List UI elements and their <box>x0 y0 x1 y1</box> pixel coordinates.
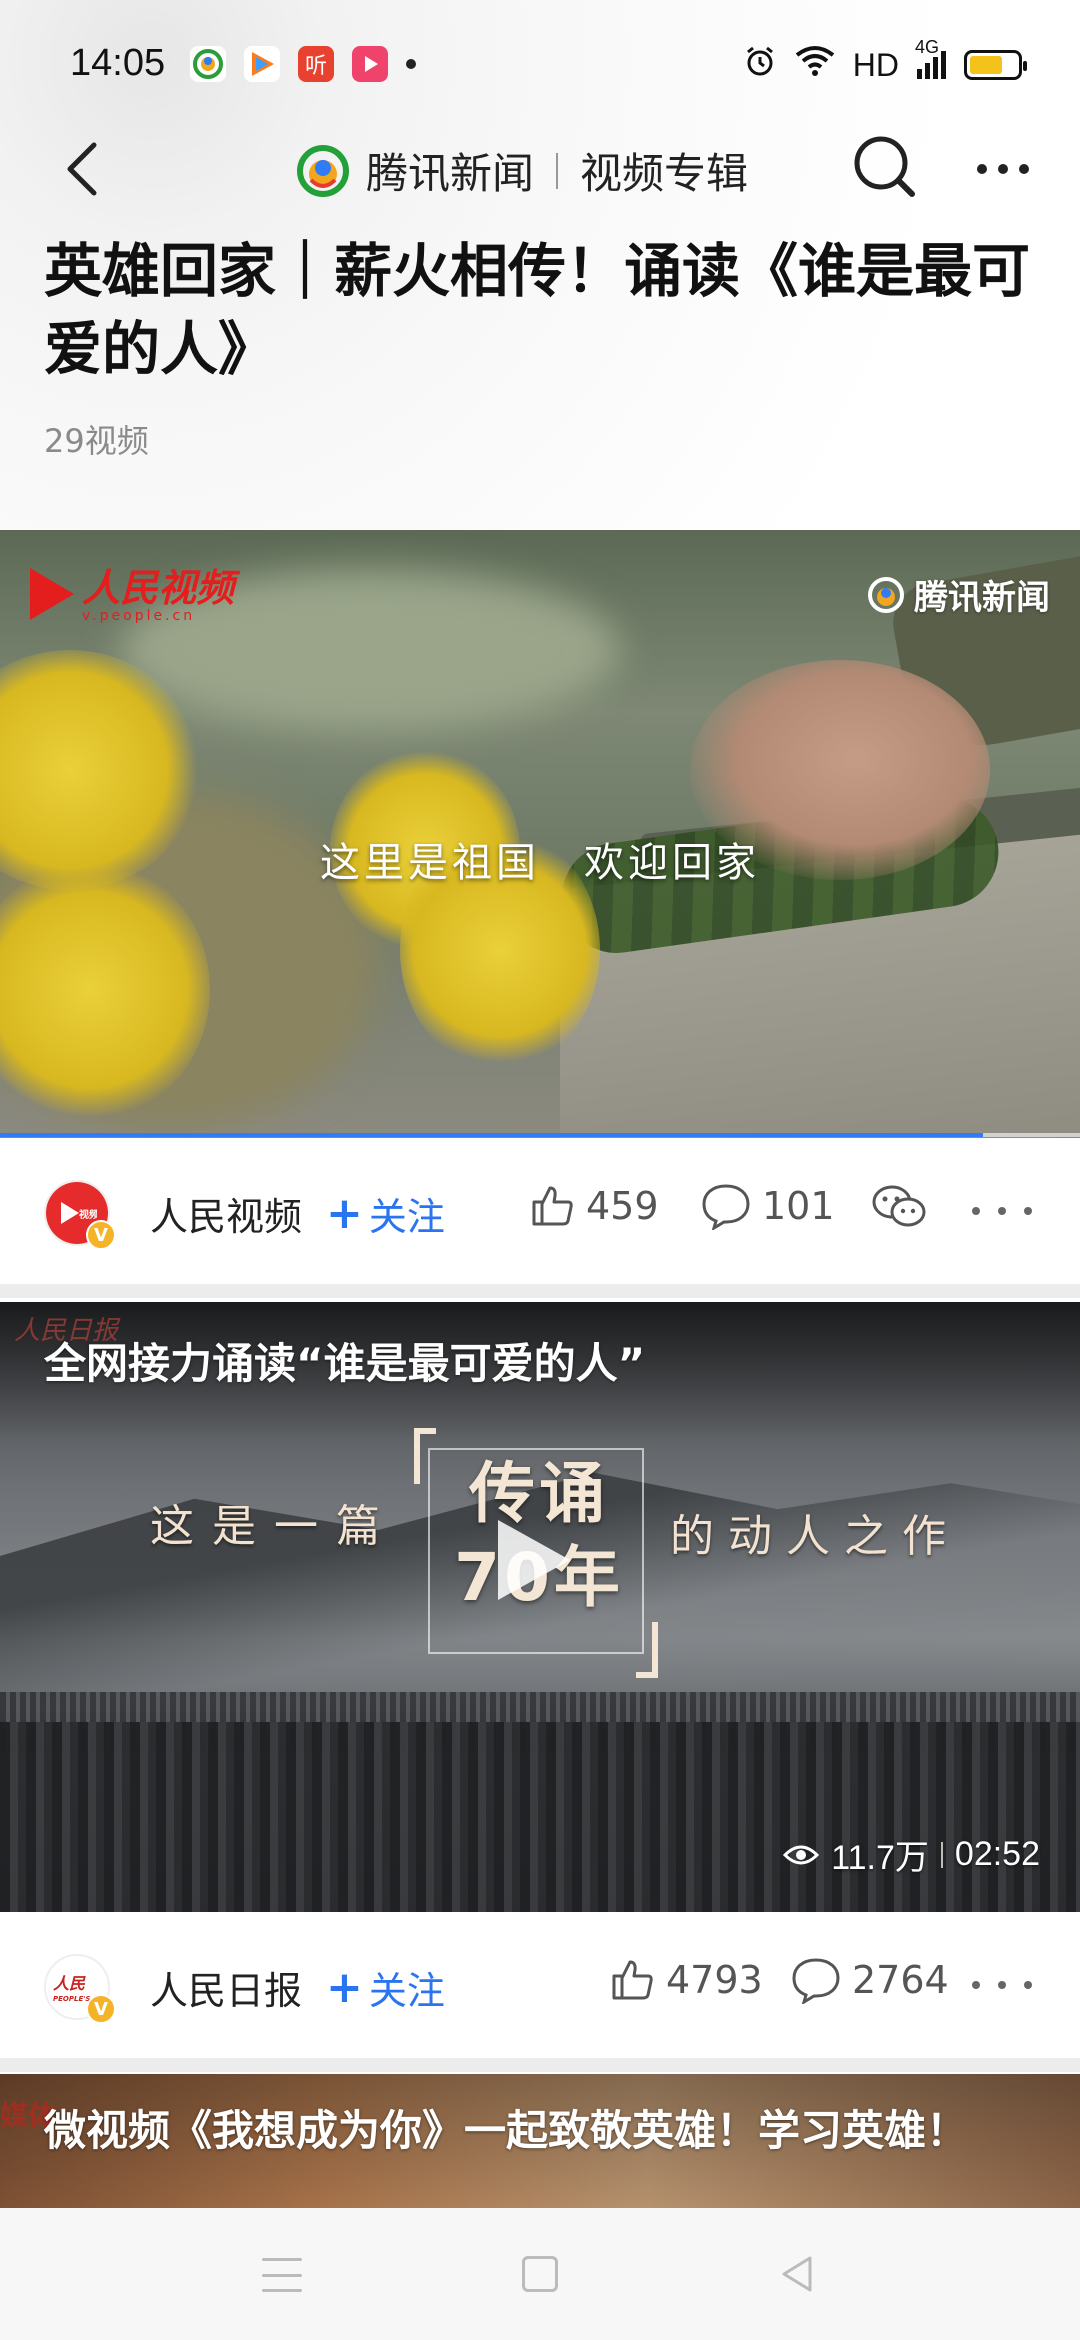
watermark-right-text: 腾讯新闻 <box>914 578 1050 618</box>
eye-icon <box>783 1845 820 1864</box>
search-button[interactable] <box>850 132 920 202</box>
people-video-logo-icon <box>30 568 74 620</box>
video-duration: 02:52 <box>954 1835 1040 1873</box>
follow-label: 关注 <box>368 1195 445 1239</box>
like-button[interactable]: 4793 <box>608 1956 763 2004</box>
brand-name: 腾讯新闻 <box>366 149 535 198</box>
status-bar: 14:05 听 HD 4G <box>0 0 1080 130</box>
comment-count: 101 <box>762 1184 835 1228</box>
video-2-meta: 人民 PEOPLE'S V 人民日报 + 关注 4793 2764 <box>0 1914 1080 2054</box>
album-title: 英雄回家｜薪火相传！诵读《谁是最可爱的人》 <box>44 237 1031 383</box>
wechat-share-button[interactable] <box>870 1182 930 1232</box>
follow-button[interactable]: + 关注 <box>326 1186 445 1241</box>
video-more-button[interactable] <box>972 1970 1032 2000</box>
like-count: 4793 <box>666 1958 763 2002</box>
video-progress-bar[interactable] <box>0 1133 1080 1137</box>
video-stats: 11.7万 02:52 <box>783 1830 1040 1879</box>
tencent-video-icon <box>244 46 280 82</box>
section-divider <box>0 1284 1080 1298</box>
video-1-meta: 视频 V 人民视频 + 关注 459 101 <box>0 1140 1080 1280</box>
top-navbar: 腾讯新闻 视频专辑 <box>0 120 1080 220</box>
thumbs-up-icon <box>612 1960 653 2000</box>
view-count: 11.7万 <box>831 1839 929 1877</box>
wifi-icon <box>795 45 835 85</box>
author-name[interactable]: 人民视频 <box>150 1186 302 1241</box>
listen-icon: 听 <box>298 46 334 82</box>
video-play-icon <box>352 46 388 82</box>
home-button[interactable] <box>522 2256 558 2292</box>
thumbs-up-icon <box>532 1186 573 1226</box>
play-icon[interactable] <box>498 1520 570 1600</box>
video-title[interactable]: 微视频《我想成为你》一起致敬英雄！学习英雄！ <box>44 2102 1044 2160</box>
plus-icon: + <box>326 1961 363 2013</box>
author-name[interactable]: 人民日报 <box>150 1960 302 2015</box>
video-phrase-left: 这是一篇 <box>150 1501 398 1552</box>
video-subtitle: 这里是祖国 欢迎回家 <box>320 840 760 886</box>
comment-count: 2764 <box>852 1958 949 2002</box>
bracket-decoration <box>414 1428 436 1484</box>
plus-icon: + <box>326 1187 363 1239</box>
like-count: 459 <box>586 1184 659 1228</box>
status-app-icons: 听 <box>190 46 416 82</box>
chevron-left-icon <box>67 142 97 196</box>
more-dots-icon <box>977 164 1029 174</box>
system-back-button[interactable] <box>778 2254 818 2294</box>
signal-icon: 4G <box>915 37 946 79</box>
alarm-icon <box>743 44 777 86</box>
comment-bubble-icon <box>702 1184 750 1230</box>
brand-separator <box>556 152 559 189</box>
brand-header: 腾讯新闻 视频专辑 <box>296 140 748 201</box>
status-indicators: HD 4G <box>743 37 1027 86</box>
system-navigation-bar <box>0 2208 1080 2340</box>
album-video-count: 29视频 <box>44 422 149 460</box>
status-time: 14:05 <box>70 42 166 84</box>
tencent-news-icon <box>190 46 226 82</box>
stats-separator <box>940 1841 943 1868</box>
tencent-news-watermark: 腾讯新闻 <box>866 570 1050 619</box>
svg-text:PEOPLE'S: PEOPLE'S <box>53 1995 90 2003</box>
tencent-news-logo-icon <box>868 576 904 613</box>
verified-badge-icon: V <box>86 1220 116 1250</box>
back-button[interactable] <box>52 134 112 204</box>
video-title[interactable]: 全网接力诵读“谁是最可爱的人” <box>44 1330 645 1391</box>
bracket-decoration <box>636 1622 658 1678</box>
wechat-icon <box>872 1185 926 1227</box>
video-player-3[interactable]: 媒体 微视频《我想成为你》一起致敬英雄！学习英雄！ <box>0 2074 1080 2208</box>
svg-text:视频: 视频 <box>79 1208 97 1221</box>
more-options-button[interactable] <box>968 144 1038 194</box>
video-player-1[interactable]: 人民视频 v.people.cn 腾讯新闻 这里是祖国 欢迎回家 <box>0 530 1080 1138</box>
comment-button[interactable]: 2764 <box>790 1956 949 2004</box>
tencent-news-logo-icon <box>297 144 349 197</box>
svg-text:人民: 人民 <box>53 1974 86 1993</box>
follow-label: 关注 <box>368 1969 445 2013</box>
avatar[interactable]: 人民 PEOPLE'S V <box>44 1954 116 2024</box>
like-button[interactable]: 459 <box>528 1182 659 1230</box>
video-progress-fill <box>0 1133 983 1137</box>
verified-badge-icon: V <box>86 1994 116 2024</box>
section-divider <box>0 2058 1080 2072</box>
video-player-2[interactable]: 人民日报 全网接力诵读“谁是最可爱的人” 这是一篇 传诵70年 的动人之作 11… <box>0 1302 1080 1912</box>
video-more-button[interactable] <box>972 1196 1032 1226</box>
notification-dot-icon <box>406 59 416 69</box>
page: 14:05 听 HD 4G 腾讯新闻 视频专辑 英雄回家｜薪火相传！诵读《谁是最… <box>0 0 1080 2340</box>
comment-bubble-icon <box>792 1958 840 2004</box>
recent-apps-button[interactable] <box>262 2258 302 2292</box>
watermark-left-sub: v.people.cn <box>82 608 196 624</box>
brand-subtitle: 视频专辑 <box>580 149 749 198</box>
marching-crowd <box>0 1722 1080 1912</box>
people-video-watermark: 人民视频 v.people.cn <box>30 568 234 624</box>
video-phrase-right: 的动人之作 <box>670 1511 960 1562</box>
network-label: HD <box>852 46 899 83</box>
battery-icon <box>964 50 1027 80</box>
avatar[interactable]: 视频 V <box>44 1180 116 1250</box>
comment-button[interactable]: 101 <box>700 1182 835 1230</box>
search-icon <box>854 136 915 197</box>
signal-label: 4G <box>915 37 940 57</box>
watermark-left-text: 人民视频 <box>82 565 235 610</box>
follow-button[interactable]: + 关注 <box>326 1960 445 2015</box>
